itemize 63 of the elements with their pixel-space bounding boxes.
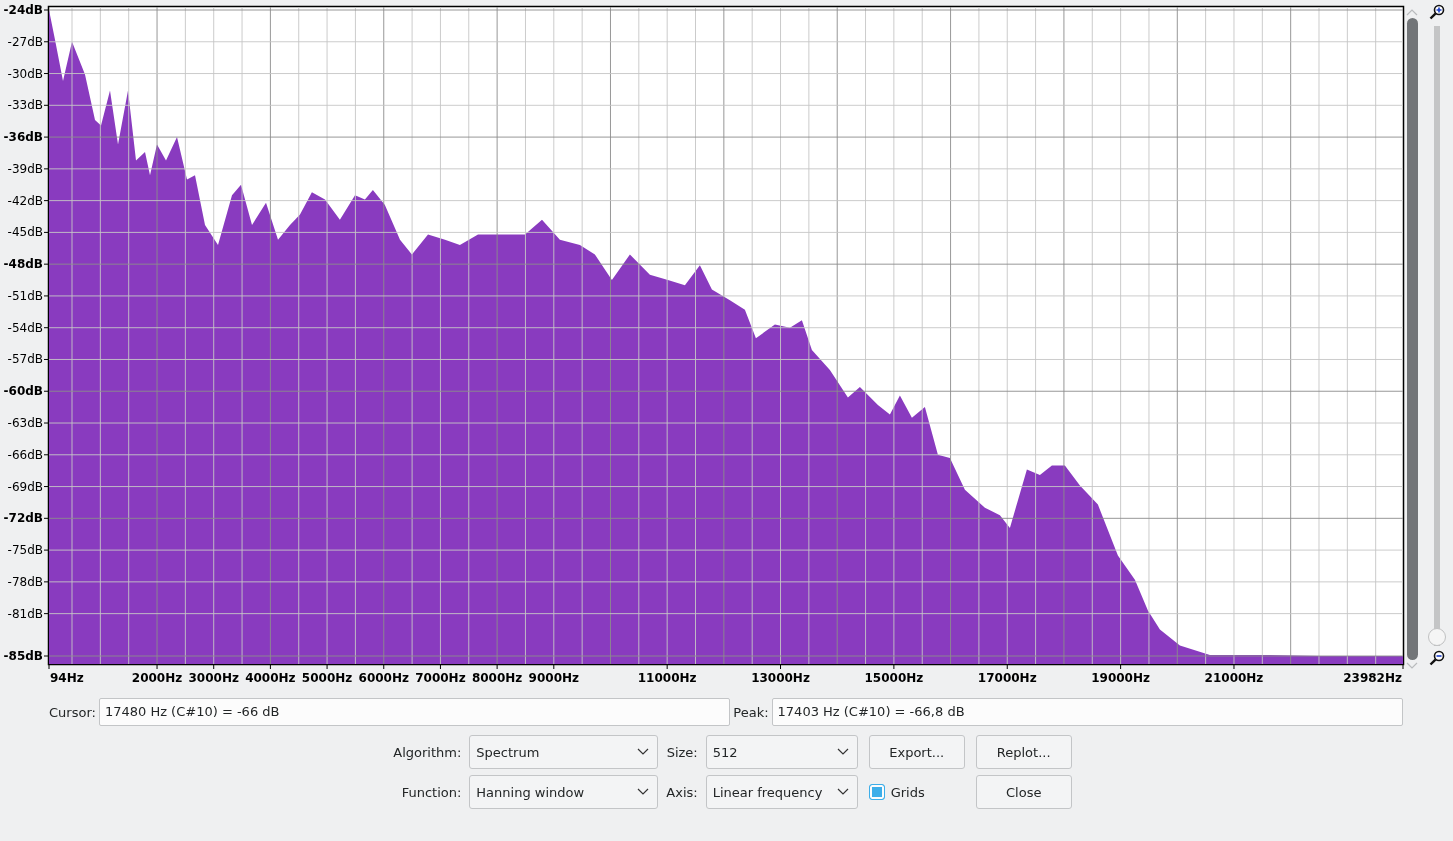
algorithm-dropdown[interactable]: Spectrum — [469, 735, 659, 769]
axis-label: Axis: — [666, 784, 698, 800]
axis-label: 94Hz — [50, 671, 84, 685]
axis-label: -24dB — [3, 3, 43, 17]
axis-label: 11000Hz — [637, 671, 697, 685]
axis-label: -39dB — [7, 161, 43, 176]
axis-label: -69dB — [7, 479, 43, 494]
zoom-out-icon[interactable] — [1429, 650, 1445, 666]
axis-label: -60dB — [3, 384, 43, 399]
chevron-down-icon — [637, 748, 650, 756]
axis-label: -63dB — [7, 416, 43, 430]
axis-label: -33dB — [7, 98, 43, 113]
axis-label: 2000Hz — [131, 671, 183, 685]
chevron-down-icon — [836, 748, 849, 756]
axis-label: -57dB — [7, 352, 43, 367]
scrollbar-thumb[interactable] — [1406, 18, 1418, 660]
function-dropdown[interactable]: Hanning window — [469, 775, 659, 809]
axis-label: -27dB — [7, 34, 43, 49]
axis-label: 15000Hz — [864, 671, 924, 685]
replot-button[interactable]: Replot... — [975, 735, 1072, 769]
zoom-in-icon[interactable] — [1429, 4, 1445, 20]
axis-label: -66dB — [7, 447, 43, 462]
axis-label: 3000Hz — [188, 671, 239, 685]
axis-label: -36dB — [3, 130, 43, 145]
axis-label: -81dB — [7, 606, 43, 621]
axis-label: -51dB — [7, 288, 43, 303]
axis-label: 23982Hz — [1343, 671, 1402, 685]
axis-label: 7000Hz — [415, 671, 466, 685]
axis-label: 4000Hz — [245, 671, 296, 685]
peak-label: Peak: — [733, 704, 769, 720]
axis-label: 19000Hz — [1091, 671, 1150, 685]
grids-label: Grids — [890, 784, 925, 800]
scroll-up-icon[interactable] — [1406, 8, 1418, 16]
axis-label: 9000Hz — [528, 671, 579, 685]
export-button[interactable]: Export... — [868, 735, 965, 769]
axis-label: 6000Hz — [358, 671, 409, 685]
size-label: Size: — [666, 744, 698, 760]
scroll-down-icon[interactable] — [1406, 662, 1418, 670]
axis-label: -54dB — [7, 320, 43, 335]
axis-label: 13000Hz — [751, 671, 810, 685]
cursor-label: Cursor: — [49, 704, 96, 720]
axis-label: -30dB — [7, 66, 43, 81]
close-button[interactable]: Close — [975, 775, 1072, 809]
axis-label: -72dB — [3, 511, 43, 526]
axis-dropdown[interactable]: Linear frequency — [705, 775, 858, 809]
axis-label: -42dB — [7, 193, 43, 208]
algorithm-label: Algorithm: — [393, 744, 462, 760]
function-label: Function: — [400, 784, 462, 800]
peak-field[interactable]: 17403 Hz (C#10) = -66,8 dB — [771, 698, 1403, 726]
axis-label: -85dB — [3, 649, 43, 663]
axis-label: -75dB — [7, 543, 43, 558]
grids-checkbox[interactable] — [868, 784, 885, 800]
axis-label: -48dB — [3, 257, 43, 272]
chevron-down-icon — [637, 788, 650, 796]
axis-label: -45dB — [7, 225, 43, 240]
cursor-field[interactable]: 17480 Hz (C#10) = -66 dB — [98, 698, 731, 726]
axis-label: 5000Hz — [301, 671, 353, 685]
axis-label: -78dB — [7, 574, 43, 589]
axis-label: 17000Hz — [977, 671, 1037, 685]
axis-label: 8000Hz — [471, 671, 523, 685]
axis-label: 21000Hz — [1204, 671, 1264, 685]
chevron-down-icon — [836, 788, 849, 796]
size-dropdown[interactable]: 512 — [705, 735, 858, 769]
